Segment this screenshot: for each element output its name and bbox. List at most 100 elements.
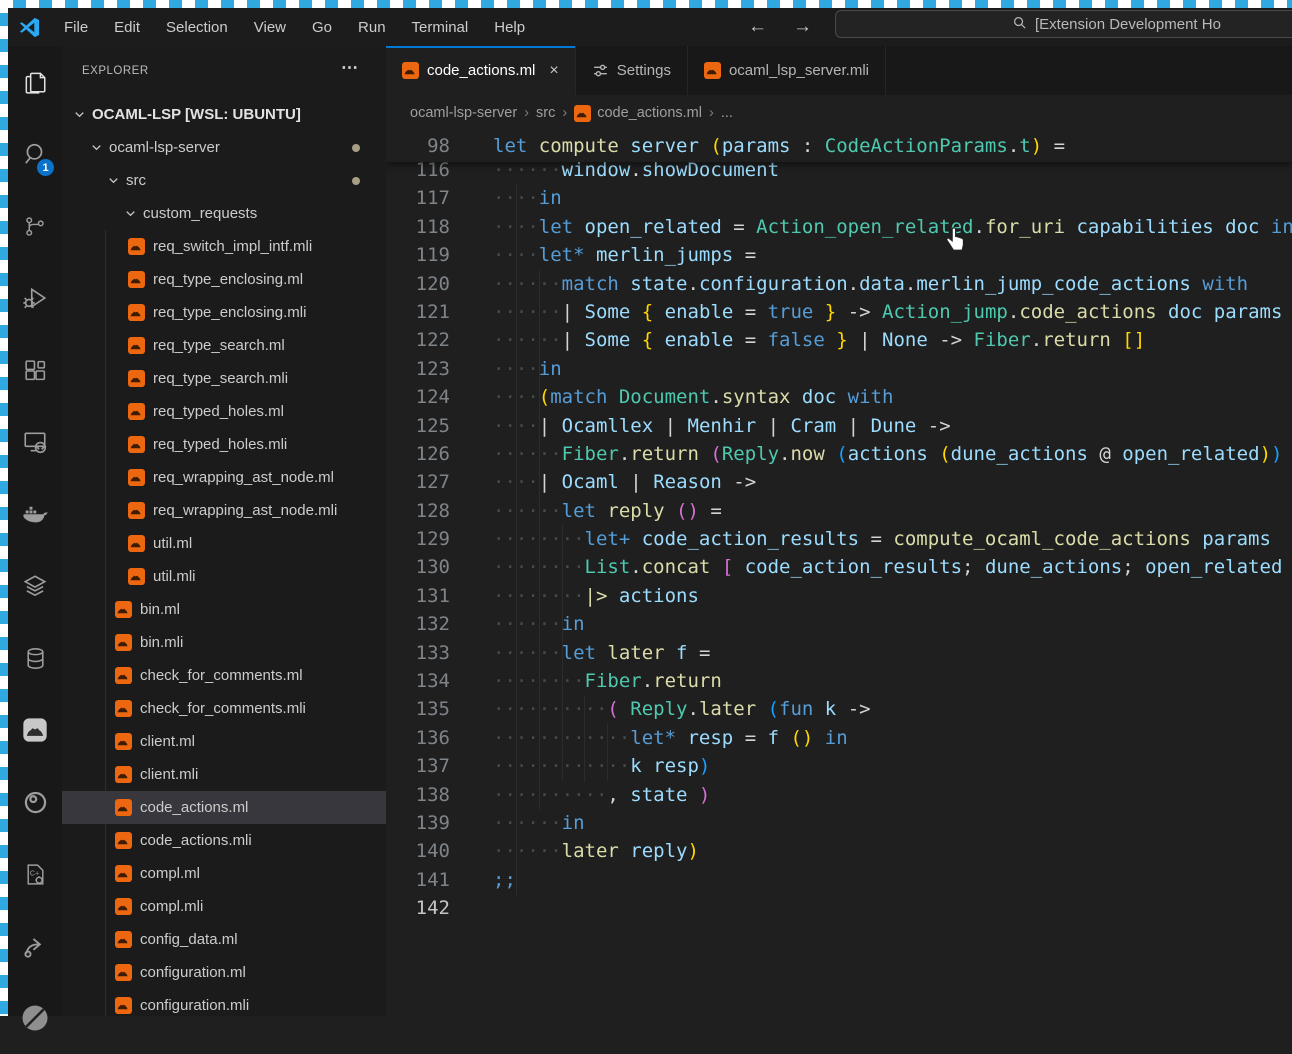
line-number[interactable]: 119 bbox=[386, 241, 450, 269]
back-button[interactable]: ← bbox=[748, 16, 767, 38]
code-line[interactable]: 119····let* merlin_jumps = bbox=[386, 241, 1292, 269]
menu-terminal[interactable]: Terminal bbox=[399, 19, 482, 36]
line-number[interactable]: 127 bbox=[386, 468, 450, 496]
line-number[interactable]: 117 bbox=[386, 184, 450, 212]
tab-ocaml-lsp-server-mli[interactable]: ocaml_lsp_server.mli bbox=[688, 46, 886, 95]
line-number[interactable]: 122 bbox=[386, 326, 450, 354]
menu-view[interactable]: View bbox=[241, 19, 299, 36]
code-line[interactable]: 142 bbox=[386, 894, 1292, 922]
line-number[interactable]: 124 bbox=[386, 383, 450, 411]
code-line[interactable]: 124····(match Document.syntax doc with bbox=[386, 383, 1292, 411]
code-line[interactable]: 129········let+ code_action_results = co… bbox=[386, 525, 1292, 553]
code-line[interactable]: 127····| Ocaml | Reason -> bbox=[386, 468, 1292, 496]
activity-layers-button[interactable] bbox=[8, 550, 62, 622]
line-number[interactable]: 98 bbox=[386, 132, 450, 160]
tree-folder-ocaml-lsp-wsl-ubuntu-[interactable]: OCAML-LSP [WSL: UBUNTU] bbox=[62, 98, 386, 131]
code-line[interactable]: 125····| Ocamllex | Menhir | Cram | Dune… bbox=[386, 412, 1292, 440]
code-line[interactable]: 132······in bbox=[386, 610, 1292, 638]
activity-account-button[interactable] bbox=[8, 982, 62, 1054]
line-number[interactable]: 128 bbox=[386, 497, 450, 525]
code-line[interactable]: 126······Fiber.return (Reply.now (action… bbox=[386, 440, 1292, 468]
tree-file-req-type-enclosing-mli[interactable]: req_type_enclosing.mli bbox=[62, 296, 386, 329]
code-line[interactable]: 130········List.concat [ code_action_res… bbox=[386, 553, 1292, 581]
line-number[interactable]: 132 bbox=[386, 610, 450, 638]
tree-file-code-actions-ml[interactable]: code_actions.ml bbox=[62, 791, 386, 824]
code-line[interactable]: 141;; bbox=[386, 866, 1292, 894]
tree-file-bin-ml[interactable]: bin.ml bbox=[62, 593, 386, 626]
code-line[interactable]: 138··········, state ) bbox=[386, 781, 1292, 809]
activity-source-control-button[interactable] bbox=[8, 190, 62, 262]
line-number[interactable]: 138 bbox=[386, 781, 450, 809]
forward-button[interactable]: → bbox=[793, 16, 812, 38]
tree-file-req-type-search-ml[interactable]: req_type_search.ml bbox=[62, 329, 386, 362]
code-line[interactable]: 122······| Some { enable = false } | Non… bbox=[386, 326, 1292, 354]
tree-file-compl-mli[interactable]: compl.mli bbox=[62, 890, 386, 923]
menu-selection[interactable]: Selection bbox=[153, 19, 241, 36]
more-actions-button[interactable]: ⋯ bbox=[341, 58, 358, 78]
code-line[interactable]: 120······match state.configuration.data.… bbox=[386, 270, 1292, 298]
menu-edit[interactable]: Edit bbox=[101, 19, 153, 36]
line-number[interactable]: 140 bbox=[386, 837, 450, 865]
tree-file-config-data-ml[interactable]: config_data.ml bbox=[62, 923, 386, 956]
tree-file-util-mli[interactable]: util.mli bbox=[62, 560, 386, 593]
line-number[interactable]: 120 bbox=[386, 270, 450, 298]
code-line[interactable]: 117····in bbox=[386, 184, 1292, 212]
code-line[interactable]: 98let compute server (params : CodeActio… bbox=[386, 132, 1065, 160]
code-line[interactable]: 131········|> actions bbox=[386, 582, 1292, 610]
tree-file-configuration-ml[interactable]: configuration.ml bbox=[62, 956, 386, 989]
tree-file-util-ml[interactable]: util.ml bbox=[62, 527, 386, 560]
activity-duck-button[interactable] bbox=[8, 766, 62, 838]
code-editor[interactable]: 98let compute server (params : CodeActio… bbox=[386, 131, 1292, 1016]
line-number[interactable]: 121 bbox=[386, 298, 450, 326]
code-line[interactable]: 133······let later f = bbox=[386, 639, 1292, 667]
activity-extensions-button[interactable] bbox=[8, 334, 62, 406]
tree-file-compl-ml[interactable]: compl.ml bbox=[62, 857, 386, 890]
line-number[interactable]: 131 bbox=[386, 582, 450, 610]
tree-folder-ocaml-lsp-server[interactable]: ocaml-lsp-server bbox=[62, 131, 386, 164]
code-line[interactable]: 140······later reply) bbox=[386, 837, 1292, 865]
tree-folder-custom-requests[interactable]: custom_requests bbox=[62, 197, 386, 230]
breadcrumb-item[interactable]: src bbox=[536, 105, 555, 121]
code-line[interactable]: 137············k resp) bbox=[386, 752, 1292, 780]
tree-file-check-for-comments-mli[interactable]: check_for_comments.mli bbox=[62, 692, 386, 725]
activity-search-button[interactable]: 1 bbox=[8, 118, 62, 190]
line-number[interactable]: 130 bbox=[386, 553, 450, 581]
code-line[interactable]: 128······let reply () = bbox=[386, 497, 1292, 525]
menu-run[interactable]: Run bbox=[345, 19, 399, 36]
activity-docker-button[interactable] bbox=[8, 478, 62, 550]
tree-folder-src[interactable]: src bbox=[62, 164, 386, 197]
breadcrumb-item[interactable]: code_actions.ml bbox=[597, 105, 702, 121]
line-number[interactable]: 137 bbox=[386, 752, 450, 780]
code-line[interactable]: 136············let* resp = f () in bbox=[386, 724, 1292, 752]
tab-code-actions-ml[interactable]: code_actions.ml× bbox=[386, 46, 576, 95]
activity-remote-explorer-button[interactable] bbox=[8, 406, 62, 478]
code-line[interactable]: 121······| Some { enable = true } -> Act… bbox=[386, 298, 1292, 326]
sticky-scroll-line[interactable]: 98let compute server (params : CodeActio… bbox=[386, 131, 1292, 162]
line-number[interactable]: 133 bbox=[386, 639, 450, 667]
tree-file-req-switch-impl-intf-mli[interactable]: req_switch_impl_intf.mli bbox=[62, 230, 386, 263]
line-number[interactable]: 136 bbox=[386, 724, 450, 752]
tree-file-req-typed-holes-ml[interactable]: req_typed_holes.ml bbox=[62, 395, 386, 428]
code-line[interactable]: 139······in bbox=[386, 809, 1292, 837]
close-icon[interactable]: × bbox=[549, 62, 558, 80]
line-number[interactable]: 125 bbox=[386, 412, 450, 440]
tree-file-client-ml[interactable]: client.ml bbox=[62, 725, 386, 758]
line-number[interactable]: 135 bbox=[386, 695, 450, 723]
activity-ocaml-button[interactable] bbox=[8, 694, 62, 766]
menu-help[interactable]: Help bbox=[481, 19, 538, 36]
line-number[interactable]: 129 bbox=[386, 525, 450, 553]
breadcrumb-item[interactable]: ocaml-lsp-server bbox=[410, 105, 517, 121]
tree-file-check-for-comments-ml[interactable]: check_for_comments.ml bbox=[62, 659, 386, 692]
activity-explorer-button[interactable] bbox=[8, 46, 62, 118]
tree-file-req-wrapping-ast-node-ml[interactable]: req_wrapping_ast_node.ml bbox=[62, 461, 386, 494]
tree-file-bin-mli[interactable]: bin.mli bbox=[62, 626, 386, 659]
tab-settings[interactable]: Settings bbox=[576, 46, 688, 95]
activity-share-button[interactable] bbox=[8, 910, 62, 982]
tree-file-req-type-enclosing-ml[interactable]: req_type_enclosing.ml bbox=[62, 263, 386, 296]
line-number[interactable]: 142 bbox=[386, 894, 450, 922]
code-line[interactable]: 135··········( Reply.later (fun k -> bbox=[386, 695, 1292, 723]
tree-file-configuration-mli[interactable]: configuration.mli bbox=[62, 989, 386, 1016]
tree-file-req-type-search-mli[interactable]: req_type_search.mli bbox=[62, 362, 386, 395]
line-number[interactable]: 141 bbox=[386, 866, 450, 894]
tree-file-client-mli[interactable]: client.mli bbox=[62, 758, 386, 791]
